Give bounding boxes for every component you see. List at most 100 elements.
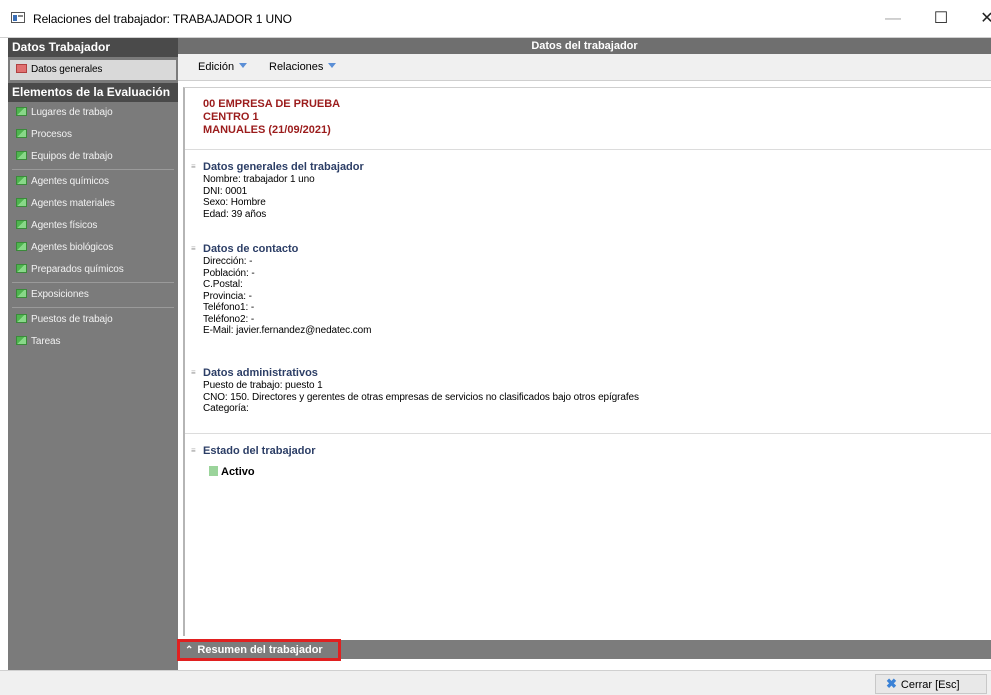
main-header: Datos del trabajador — [178, 38, 991, 54]
close-button-label: Cerrar [Esc] — [900, 679, 960, 691]
sidebar-item-label: Equipos de trabajo — [31, 151, 113, 162]
section-title: ≡ Datos generales del trabajador — [191, 160, 364, 174]
folder-icon — [16, 198, 27, 207]
sidebar-item-equipos-de-trabajo[interactable]: Equipos de trabajo — [8, 146, 178, 168]
sidebar-header-elementos: Elementos de la Evaluación — [8, 83, 178, 102]
section-title-text: Estado del trabajador — [203, 445, 316, 457]
sidebar-item-agentes-fisicos[interactable]: Agentes físicos — [8, 215, 178, 237]
sidebar-divider — [12, 282, 174, 283]
section-title: ≡ Datos de contacto — [191, 242, 371, 256]
sidebar: Datos Trabajador Datos generales Element… — [8, 38, 178, 670]
field-provincia: Provincia: - — [203, 290, 252, 302]
close-icon: ✖ — [886, 676, 897, 691]
field-dni: DNI: 0001 — [203, 185, 248, 197]
status-value: Activo — [221, 466, 255, 478]
sidebar-item-datos-generales[interactable]: Datos generales — [10, 60, 176, 80]
section-title: ≡ Datos administrativos — [191, 366, 639, 380]
collapse-icon[interactable]: ≡ — [191, 242, 198, 253]
sidebar-item-exposiciones[interactable]: Exposiciones — [8, 284, 178, 306]
summary-toggle-button[interactable]: ⌃ Resumen del trabajador — [177, 639, 341, 661]
double-chevron-up-icon: ⌃ — [185, 645, 194, 656]
field-categoria: Categoría: — [203, 403, 249, 414]
section-estado: ≡ Estado del trabajador Activo — [191, 444, 315, 478]
sidebar-item-label: Puestos de trabajo — [31, 314, 113, 325]
status-badge: Activo — [191, 458, 315, 478]
sidebar-item-label: Agentes físicos — [31, 220, 98, 231]
folder-icon — [16, 289, 27, 298]
folder-icon — [16, 242, 27, 251]
field-edad: Edad: 39 años — [203, 208, 267, 220]
field-telefono1: Teléfono1: - — [203, 302, 255, 313]
folder-icon — [16, 264, 27, 273]
sidebar-item-procesos[interactable]: Procesos — [8, 124, 178, 146]
field-cpostal: C.Postal: — [203, 279, 243, 290]
edicion-label: Edición — [198, 61, 235, 73]
sidebar-item-label: Lugares de trabajo — [31, 107, 113, 118]
folder-icon — [16, 129, 27, 138]
bottom-bar: ✖ Cerrar [Esc] — [0, 670, 991, 695]
sidebar-divider — [12, 307, 174, 308]
collapse-icon[interactable]: ≡ — [191, 444, 198, 455]
window-title: Relaciones del trabajador: TRABAJADOR 1 … — [33, 12, 292, 26]
field-email: E-Mail: javier.fernandez@nedatec.com — [203, 325, 372, 336]
section-title-text: Datos generales del trabajador — [203, 161, 364, 173]
close-window-button[interactable]: ✕ — [964, 6, 991, 32]
section-datos-generales: ≡ Datos generales del trabajador Nombre: … — [191, 160, 364, 220]
divider — [185, 149, 991, 150]
sidebar-divider — [12, 169, 174, 170]
section-datos-administrativos: ≡ Datos administrativos Puesto de trabajo… — [191, 366, 639, 415]
section-datos-contacto: ≡ Datos de contacto Dirección: - Població… — [191, 242, 371, 337]
field-cno: CNO: 150. Directores y gerentes de otras… — [203, 391, 639, 403]
app-icon — [11, 12, 25, 23]
collapse-icon[interactable]: ≡ — [191, 366, 198, 377]
edicion-menu[interactable]: Edición — [198, 61, 248, 73]
sidebar-item-label: Agentes biológicos — [31, 242, 114, 253]
summary-label: Resumen del trabajador — [197, 644, 323, 656]
dropdown-arrow-icon — [239, 63, 248, 68]
worker-details: 00 EMPRESA DE PRUEBA CENTRO 1 MANUALES (… — [183, 87, 991, 636]
minimize-button[interactable]: — — [870, 6, 916, 32]
sidebar-item-agentes-biologicos[interactable]: Agentes biológicos — [8, 237, 178, 259]
sidebar-item-tareas[interactable]: Tareas — [8, 331, 178, 353]
collapse-icon[interactable]: ≡ — [191, 160, 198, 171]
evaluation-name: MANUALES (21/09/2021) — [203, 124, 331, 136]
sidebar-item-agentes-materiales[interactable]: Agentes materiales — [8, 193, 178, 215]
center-name: CENTRO 1 — [203, 111, 259, 123]
field-nombre: Nombre: trabajador 1 uno — [203, 174, 315, 185]
sidebar-item-label: Agentes materiales — [31, 198, 115, 209]
sidebar-item-puestos-de-trabajo[interactable]: Puestos de trabajo — [8, 309, 178, 331]
dropdown-arrow-icon — [328, 63, 337, 68]
field-puesto: Puesto de trabajo: puesto 1 — [203, 380, 323, 391]
sidebar-item-label: Datos generales — [31, 64, 103, 75]
folder-icon — [16, 176, 27, 185]
field-direccion: Dirección: - — [203, 256, 253, 267]
section-title: ≡ Estado del trabajador — [191, 444, 315, 458]
folder-icon — [16, 314, 27, 323]
field-poblacion: Población: - — [203, 267, 255, 279]
sidebar-item-label: Procesos — [31, 129, 72, 140]
sidebar-item-label: Preparados químicos — [31, 264, 124, 275]
status-icon — [209, 466, 218, 476]
maximize-button[interactable]: ☐ — [918, 6, 964, 32]
sidebar-item-label: Exposiciones — [31, 289, 89, 300]
company-name: 00 EMPRESA DE PRUEBA — [203, 98, 341, 110]
sidebar-item-label: Tareas — [31, 336, 61, 347]
sidebar-item-agentes-quimicos[interactable]: Agentes químicos — [8, 171, 178, 193]
field-telefono2: Teléfono2: - — [203, 313, 255, 325]
relaciones-menu[interactable]: Relaciones — [269, 61, 337, 73]
field-sexo: Sexo: Hombre — [203, 197, 266, 208]
divider — [185, 433, 991, 434]
sidebar-item-label: Agentes químicos — [31, 176, 109, 187]
main-panel: Datos del trabajador Edición Relaciones … — [178, 38, 991, 670]
section-title-text: Datos administrativos — [203, 367, 318, 379]
folder-icon — [16, 336, 27, 345]
sidebar-header-datos-trabajador: Datos Trabajador — [8, 38, 178, 57]
folder-icon — [16, 220, 27, 229]
company-info: 00 EMPRESA DE PRUEBA CENTRO 1 MANUALES (… — [203, 98, 340, 137]
close-button[interactable]: ✖ Cerrar [Esc] — [875, 674, 987, 694]
sidebar-item-lugares-de-trabajo[interactable]: Lugares de trabajo — [8, 102, 178, 124]
sidebar-item-preparados-quimicos[interactable]: Preparados químicos — [8, 259, 178, 281]
folder-icon — [16, 107, 27, 116]
folder-icon — [16, 151, 27, 160]
title-bar: Relaciones del trabajador: TRABAJADOR 1 … — [0, 0, 991, 38]
